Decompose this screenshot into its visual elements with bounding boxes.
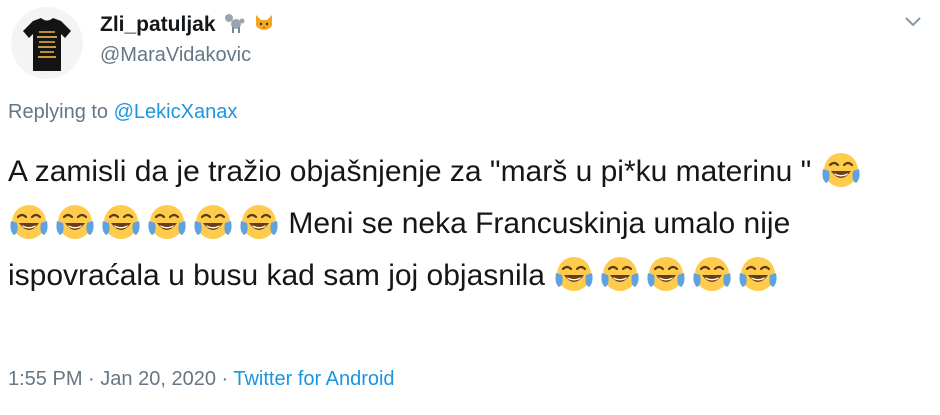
tweet-text-part-1: A zamisli da je tražio objašnjenje za "m… xyxy=(8,155,812,188)
poodle-icon xyxy=(225,14,245,33)
face-with-tears-of-joy-icon xyxy=(238,201,280,243)
face-with-tears-of-joy-icon xyxy=(553,253,595,295)
user-handle[interactable]: @MaraVidakovic xyxy=(100,43,251,67)
emoji-group-2 xyxy=(553,257,779,292)
chevron-down-icon xyxy=(905,17,921,27)
tweet-card: Zli_patuljak @MaraVidakovic Replying to … xyxy=(0,0,940,415)
replying-to: Replying to @LekicXanax xyxy=(8,99,237,125)
face-with-tears-of-joy-icon xyxy=(645,253,687,295)
more-options-button[interactable] xyxy=(900,12,926,32)
face-with-tears-of-joy-icon xyxy=(599,253,641,295)
face-with-tears-of-joy-icon xyxy=(100,201,142,243)
tweet-text: A zamisli da je tražio objašnjenje za "m… xyxy=(8,146,908,302)
face-with-tears-of-joy-icon xyxy=(691,253,733,295)
tweet-source-link[interactable]: Twitter for Android xyxy=(233,368,394,390)
face-with-tears-of-joy-icon xyxy=(737,253,779,295)
display-name-text[interactable]: Zli_patuljak xyxy=(100,13,216,36)
meta-separator: · xyxy=(88,368,95,390)
cat-face-icon xyxy=(256,15,273,30)
reply-mention-link[interactable]: @LekicXanax xyxy=(114,101,238,123)
replying-to-prefix: Replying to xyxy=(8,101,109,123)
face-with-tears-of-joy-icon xyxy=(54,201,96,243)
tweet-time[interactable]: 1:55 PM xyxy=(8,368,82,390)
face-with-tears-of-joy-icon xyxy=(8,201,50,243)
tweet-date[interactable]: Jan 20, 2020 xyxy=(100,368,216,390)
face-with-tears-of-joy-icon xyxy=(820,149,862,191)
tshirt-icon xyxy=(23,18,71,71)
face-with-tears-of-joy-icon xyxy=(146,201,188,243)
tweet-meta: 1:55 PM · Jan 20, 2020 · Twitter for And… xyxy=(8,366,395,392)
face-with-tears-of-joy-icon xyxy=(192,201,234,243)
meta-separator: · xyxy=(221,368,229,390)
display-name[interactable]: Zli_patuljak xyxy=(100,12,275,38)
avatar[interactable] xyxy=(11,7,83,79)
